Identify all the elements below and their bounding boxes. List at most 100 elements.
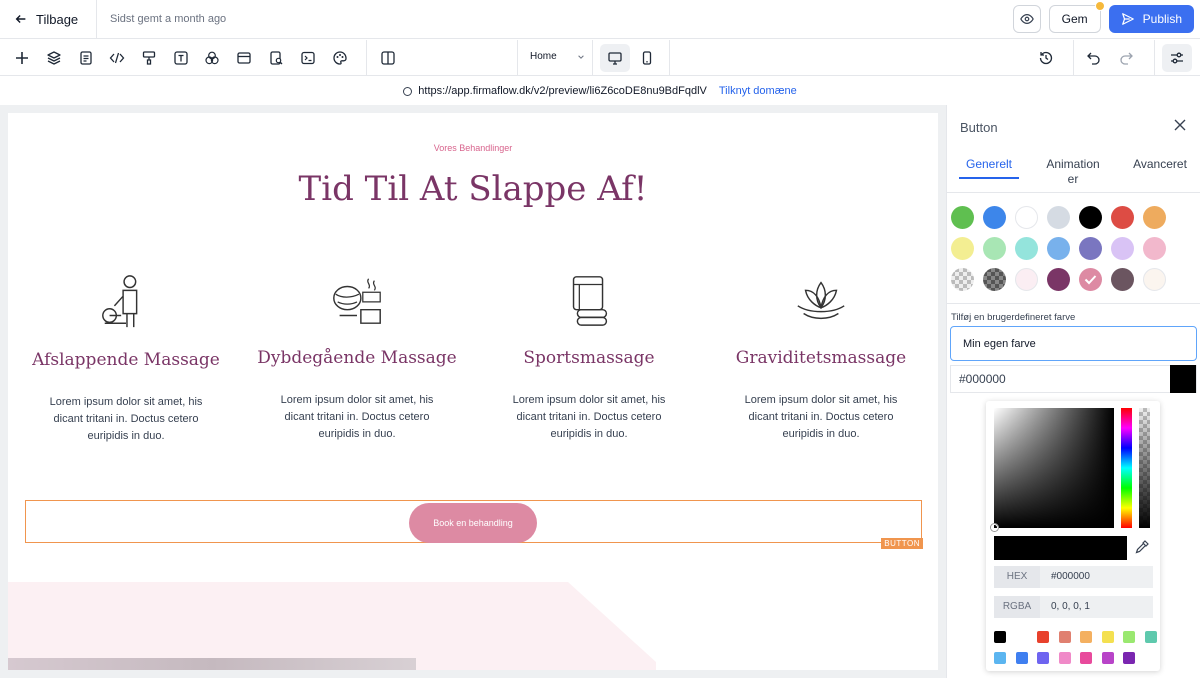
preset-color[interactable] [1037, 631, 1049, 643]
preset-color[interactable] [1080, 652, 1092, 664]
color-swatch[interactable] [983, 268, 1006, 291]
back-button[interactable]: Tilbage [0, 0, 97, 39]
service-card[interactable]: Dybdegående Massage Lorem ipsum dolor si… [241, 271, 473, 443]
desktop-icon[interactable] [606, 49, 624, 67]
eyedropper-icon[interactable] [1134, 539, 1150, 555]
close-icon[interactable] [1174, 119, 1186, 131]
color-swatch[interactable] [1047, 237, 1070, 260]
save-button[interactable]: Gem [1048, 1, 1105, 33]
panel-title: Button [960, 120, 998, 135]
hue-slider[interactable] [1121, 408, 1132, 528]
paint-roller-icon[interactable] [140, 49, 158, 67]
preset-color[interactable] [994, 631, 1006, 643]
preset-color[interactable] [1101, 631, 1114, 643]
service-text[interactable]: Lorem ipsum dolor sit amet, his dicant t… [705, 392, 937, 443]
color-swatch[interactable] [1015, 237, 1038, 260]
color-swatch[interactable] [1079, 268, 1102, 291]
service-text[interactable]: Lorem ipsum dolor sit amet, his dicant t… [473, 392, 705, 443]
history-icon[interactable] [1037, 49, 1055, 67]
tab-avanceret[interactable]: Avanceret [1127, 157, 1193, 171]
split-view-icon[interactable] [379, 49, 397, 67]
rgba-value-row[interactable]: RGBA 0, 0, 0, 1 [994, 596, 1153, 618]
active-tab-indicator [959, 177, 1019, 179]
service-card[interactable]: Sportsmassage Lorem ipsum dolor sit amet… [473, 271, 705, 443]
redo-icon[interactable] [1117, 49, 1135, 67]
mobile-icon[interactable] [638, 49, 656, 67]
tab-animationer[interactable]: Animation er [1041, 157, 1105, 187]
service-title[interactable]: Dybdegående Massage [241, 348, 473, 368]
rgba-value[interactable]: 0, 0, 0, 1 [1051, 596, 1090, 618]
color-swatch[interactable] [1047, 268, 1070, 291]
seo-search-icon[interactable] [267, 49, 285, 67]
panel-tabs: Generelt Animation er Avanceret [947, 151, 1200, 193]
preview-button[interactable] [1012, 5, 1041, 33]
code-icon[interactable] [108, 49, 126, 67]
hex-value[interactable]: #000000 [1051, 566, 1090, 588]
color-swatch[interactable] [1111, 268, 1134, 291]
service-text[interactable]: Lorem ipsum dolor sit amet, his dicant t… [241, 392, 473, 443]
saturation-handle[interactable] [991, 524, 998, 531]
page-select[interactable]: Home [530, 51, 585, 62]
service-text[interactable]: Lorem ipsum dolor sit amet, his dicant t… [10, 394, 242, 445]
layers-icon[interactable] [45, 49, 63, 67]
section-eyebrow[interactable]: Vores Behandlinger [8, 143, 938, 153]
preset-color[interactable] [1058, 631, 1071, 643]
hex-label: HEX [994, 566, 1040, 588]
color-swatch[interactable] [1079, 237, 1102, 260]
service-title[interactable]: Graviditetsmassage [705, 348, 937, 368]
text-icon[interactable] [172, 49, 190, 67]
toolbar-divider [1154, 40, 1155, 76]
color-swatch[interactable] [951, 206, 974, 229]
color-swatch[interactable] [1143, 237, 1166, 260]
back-label: Tilbage [36, 11, 79, 27]
hex-value-row[interactable]: HEX #000000 [994, 566, 1153, 588]
color-swatch[interactable] [1143, 268, 1166, 291]
service-card[interactable]: Graviditetsmassage Lorem ipsum dolor sit… [705, 271, 937, 443]
preset-color[interactable] [1080, 631, 1092, 643]
sliders-icon[interactable] [1168, 49, 1186, 67]
preset-color[interactable] [1144, 631, 1157, 643]
page-select-value: Home [530, 51, 557, 62]
custom-color-name-input[interactable] [950, 326, 1197, 361]
layout-icon[interactable] [235, 49, 253, 67]
color-swatch[interactable] [951, 237, 974, 260]
palette-icon[interactable] [331, 49, 349, 67]
color-swatch[interactable] [951, 268, 974, 291]
page-icon[interactable] [77, 49, 95, 67]
plus-icon[interactable] [13, 49, 31, 67]
color-swatch[interactable] [1111, 206, 1134, 229]
color-swatch[interactable] [1143, 206, 1166, 229]
color-swatch[interactable] [1015, 268, 1038, 291]
service-card[interactable]: Afslappende Massage Lorem ipsum dolor si… [10, 273, 242, 445]
color-swatch[interactable] [983, 237, 1006, 260]
preset-color[interactable] [1145, 652, 1157, 664]
color-swatch[interactable] [983, 206, 1006, 229]
preset-color[interactable] [1015, 631, 1028, 643]
color-swatch[interactable] [1047, 206, 1070, 229]
preset-color[interactable] [994, 652, 1006, 664]
connect-domain-link[interactable]: Tilknyt domæne [719, 85, 797, 97]
saturation-area[interactable] [994, 408, 1114, 528]
preset-color[interactable] [1058, 652, 1071, 664]
color-swatch[interactable] [1111, 237, 1134, 260]
preview-url[interactable]: https://app.firmaflow.dk/v2/preview/li6Z… [418, 85, 707, 97]
hex-input[interactable] [951, 366, 1171, 392]
preset-color[interactable] [1123, 631, 1135, 643]
publish-button[interactable]: Publish [1108, 5, 1194, 33]
terminal-icon[interactable] [299, 49, 317, 67]
publish-label: Publish [1142, 12, 1182, 26]
preset-color[interactable] [1101, 652, 1114, 664]
undo-icon[interactable] [1085, 49, 1103, 67]
service-title[interactable]: Sportsmassage [473, 348, 705, 368]
preset-color[interactable] [1015, 652, 1028, 664]
preset-color[interactable] [1123, 652, 1135, 664]
circles-icon[interactable] [203, 49, 221, 67]
preset-color[interactable] [1037, 652, 1049, 664]
service-title[interactable]: Afslappende Massage [10, 350, 242, 370]
tab-generelt[interactable]: Generelt [959, 157, 1019, 171]
section-headline[interactable]: Tid Til At Slappe Af! [8, 169, 938, 209]
book-treatment-button[interactable]: Book en behandling [409, 503, 537, 543]
alpha-slider[interactable] [1139, 408, 1150, 528]
color-swatch[interactable] [1015, 206, 1038, 229]
color-swatch[interactable] [1079, 206, 1102, 229]
